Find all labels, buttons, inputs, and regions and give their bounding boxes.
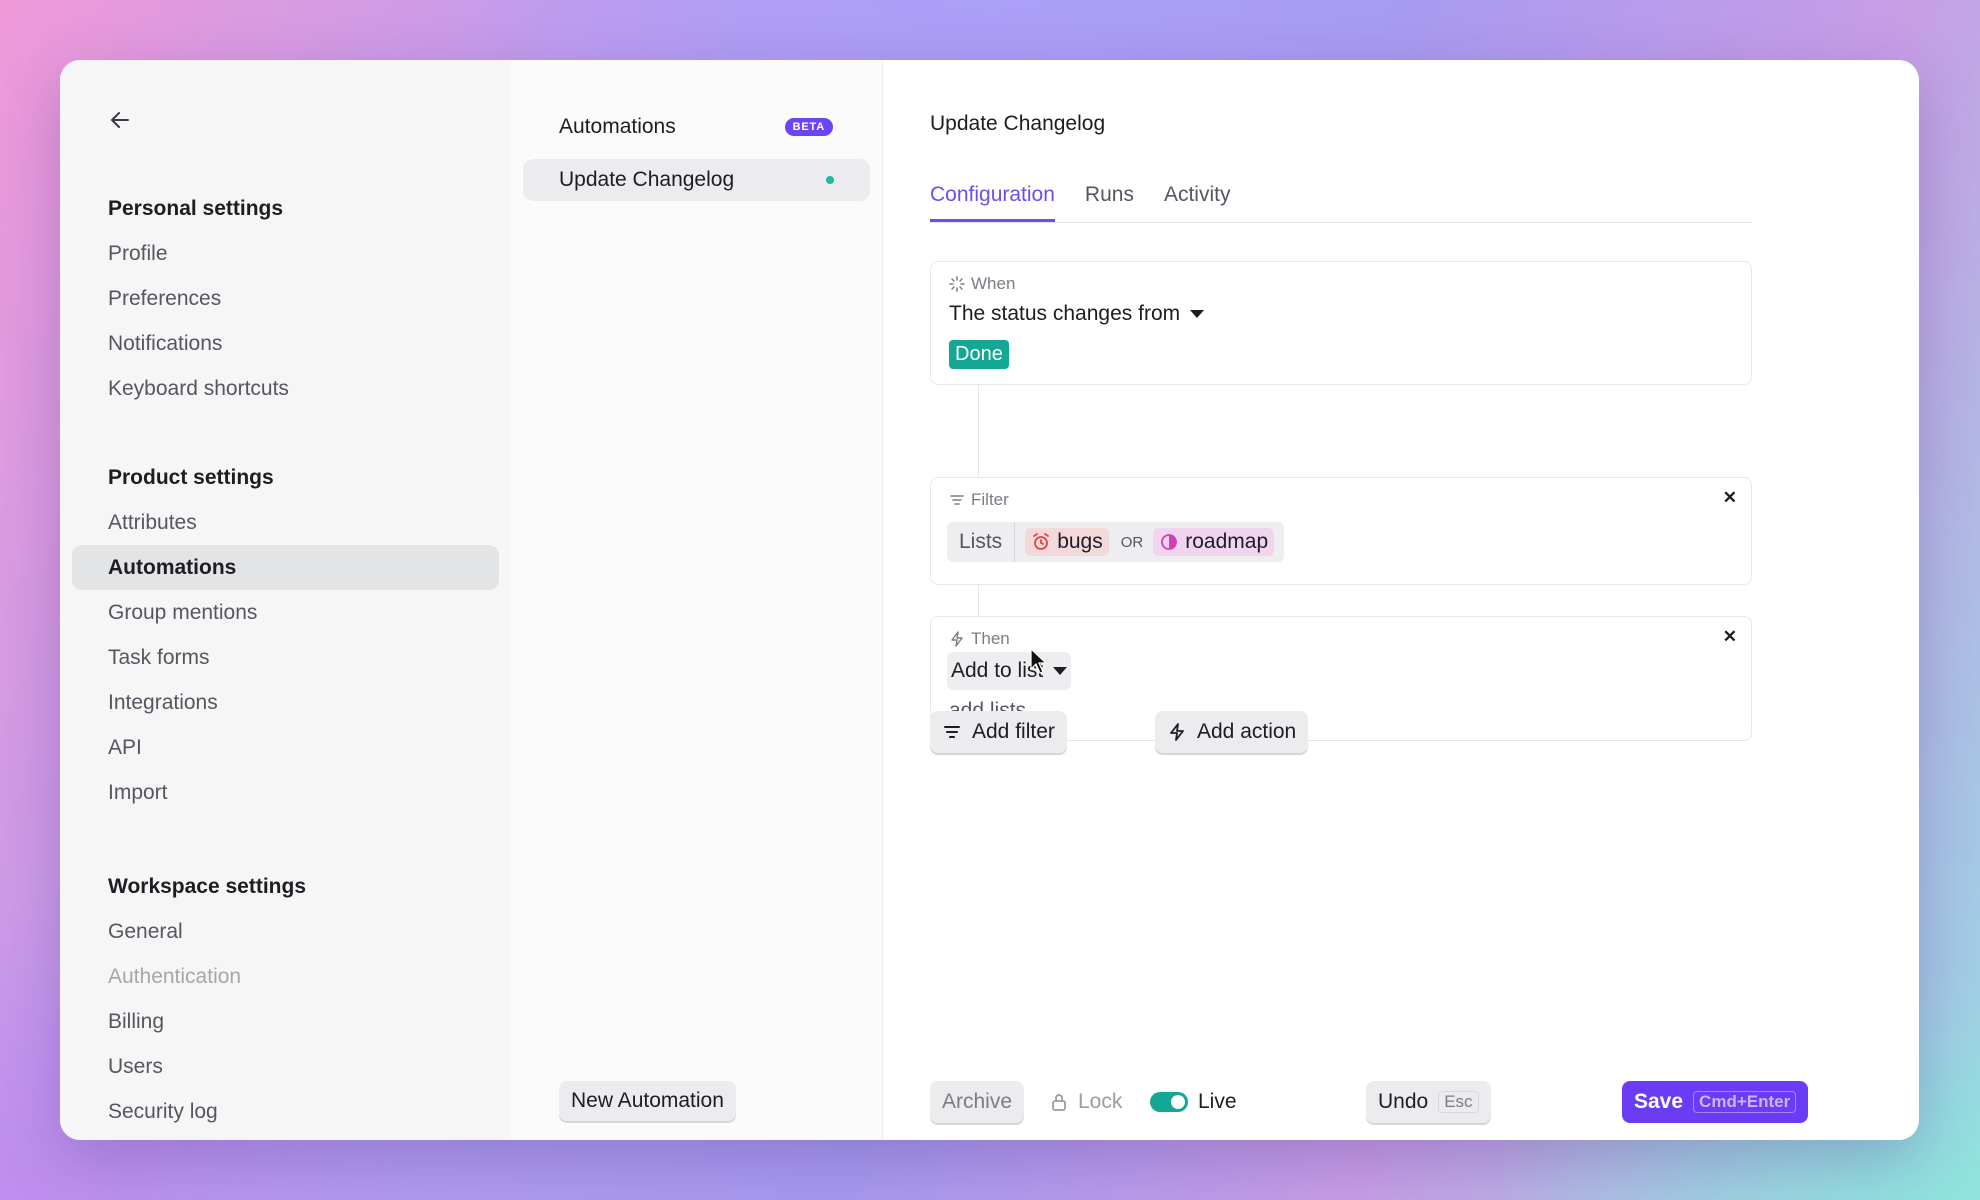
lightning-icon (951, 631, 963, 647)
close-icon[interactable]: ✕ (1723, 488, 1737, 508)
caret-down-icon (1053, 667, 1068, 675)
sidebar-item-users[interactable]: Users (72, 1044, 499, 1089)
trigger-text: The status changes from (949, 302, 1181, 325)
filter-label-text: Filter (971, 490, 1009, 509)
sidebar-item-keyboard-shortcuts[interactable]: Keyboard shortcuts (72, 366, 499, 411)
alarm-clock-icon (1033, 533, 1050, 550)
automation-item-label: Update Changelog (559, 168, 735, 191)
editor-tabs: Configuration Runs Activity (930, 180, 1752, 223)
sidebar-item-attributes[interactable]: Attributes (72, 500, 499, 545)
sidebar-item-authentication[interactable]: Authentication (72, 954, 499, 999)
sidebar-item-group-mentions[interactable]: Group mentions (72, 590, 499, 635)
filter-field-dropdown[interactable]: Lists (947, 522, 1016, 562)
automation-item-update-changelog[interactable]: Update Changelog (523, 159, 870, 201)
filter-icon (944, 726, 960, 738)
trigger-dropdown[interactable]: The status changes from (949, 302, 1205, 326)
list-chip-bugs[interactable]: bugs (1025, 528, 1109, 556)
then-label-text: Then (971, 629, 1010, 648)
back-button[interactable] (104, 104, 136, 136)
action-dropdown[interactable]: Add to list (947, 652, 1072, 690)
archive-button[interactable]: Archive (930, 1081, 1025, 1123)
arrow-left-icon (111, 112, 129, 128)
list-chip-roadmap[interactable]: roadmap (1153, 528, 1275, 556)
filter-operator: OR (1120, 533, 1144, 551)
beta-badge: BETA (784, 118, 833, 136)
lock-button[interactable]: Lock (1050, 1081, 1122, 1123)
settings-window: Personal settings Profile Preferences No… (60, 60, 1919, 1140)
section-title: Workspace settings (108, 875, 307, 898)
product-settings-section: Product settings Attributes Automations … (60, 455, 511, 815)
add-filter-button[interactable]: Add filter (930, 711, 1067, 753)
when-label: When (949, 274, 1015, 294)
new-automation-button[interactable]: New Automation (559, 1081, 736, 1121)
live-toggle[interactable]: Live (1150, 1081, 1237, 1123)
automations-list-header: Automations BETA (559, 112, 833, 142)
live-label: Live (1198, 1090, 1237, 1113)
sidebar-item-preferences[interactable]: Preferences (72, 276, 499, 321)
tab-configuration[interactable]: Configuration (930, 180, 1055, 222)
add-filter-label: Add filter (972, 720, 1055, 743)
undo-button[interactable]: Undo Esc (1366, 1081, 1491, 1123)
filter-label: Filter (949, 490, 1009, 510)
undo-label: Undo (1378, 1090, 1429, 1113)
sidebar-item-automations[interactable]: Automations (72, 545, 499, 590)
automations-list-title: Automations (559, 115, 676, 138)
save-button[interactable]: Save Cmd+Enter (1622, 1081, 1809, 1123)
section-title: Personal settings (108, 197, 284, 220)
sidebar-item-notifications[interactable]: Notifications (72, 321, 499, 366)
sparkle-icon (949, 276, 965, 292)
chip-label: bugs (1057, 530, 1103, 553)
then-label: Then (949, 629, 1010, 649)
tab-runs[interactable]: Runs (1085, 180, 1134, 222)
live-status-dot (826, 176, 834, 184)
toggle-switch[interactable] (1150, 1092, 1188, 1112)
sidebar-item-api[interactable]: API (72, 725, 499, 770)
when-card: When The status changes from Done (930, 261, 1752, 385)
lightning-icon (1170, 723, 1184, 741)
personal-settings-section: Personal settings Profile Preferences No… (60, 186, 511, 411)
sidebar-item-security-log[interactable]: Security log (72, 1089, 499, 1134)
lock-icon (1052, 1094, 1066, 1111)
settings-sidebar: Personal settings Profile Preferences No… (60, 60, 511, 1140)
automations-list-panel: Automations BETA Update Changelog New Au… (511, 60, 883, 1140)
filter-icon (950, 495, 964, 505)
sidebar-item-general[interactable]: General (72, 909, 499, 954)
sidebar-item-integrations[interactable]: Integrations (72, 680, 499, 725)
filter-condition: Lists bugs OR roadmap (947, 522, 1285, 562)
chip-label: roadmap (1185, 530, 1269, 553)
status-value-tag[interactable]: Done (949, 340, 1009, 369)
caret-down-icon (1190, 310, 1205, 318)
half-circle-icon (1161, 534, 1178, 550)
sidebar-item-profile[interactable]: Profile (72, 231, 499, 276)
flow-connector (978, 584, 979, 616)
lock-label: Lock (1078, 1090, 1123, 1113)
sidebar-item-billing[interactable]: Billing (72, 999, 499, 1044)
workspace-settings-section: Workspace settings General Authenticatio… (60, 864, 511, 1134)
close-icon[interactable]: ✕ (1723, 627, 1737, 647)
sidebar-item-import[interactable]: Import (72, 770, 499, 815)
mouse-pointer-icon (1030, 648, 1048, 674)
page-title: Update Changelog (930, 112, 1106, 135)
sidebar-item-task-forms[interactable]: Task forms (72, 635, 499, 680)
save-shortcut: Cmd+Enter (1693, 1091, 1797, 1113)
save-label: Save (1634, 1090, 1684, 1113)
when-label-text: When (971, 274, 1016, 293)
automation-editor: Update Changelog Configuration Runs Acti… (882, 60, 1919, 1140)
tab-activity[interactable]: Activity (1164, 180, 1231, 222)
add-action-label: Add action (1197, 720, 1297, 743)
section-title: Product settings (108, 466, 274, 489)
undo-shortcut: Esc (1438, 1091, 1479, 1113)
flow-connector (978, 384, 979, 477)
add-action-button[interactable]: Add action (1155, 711, 1309, 753)
filter-card: Filter ✕ Lists bugs OR roadmap (930, 477, 1752, 585)
